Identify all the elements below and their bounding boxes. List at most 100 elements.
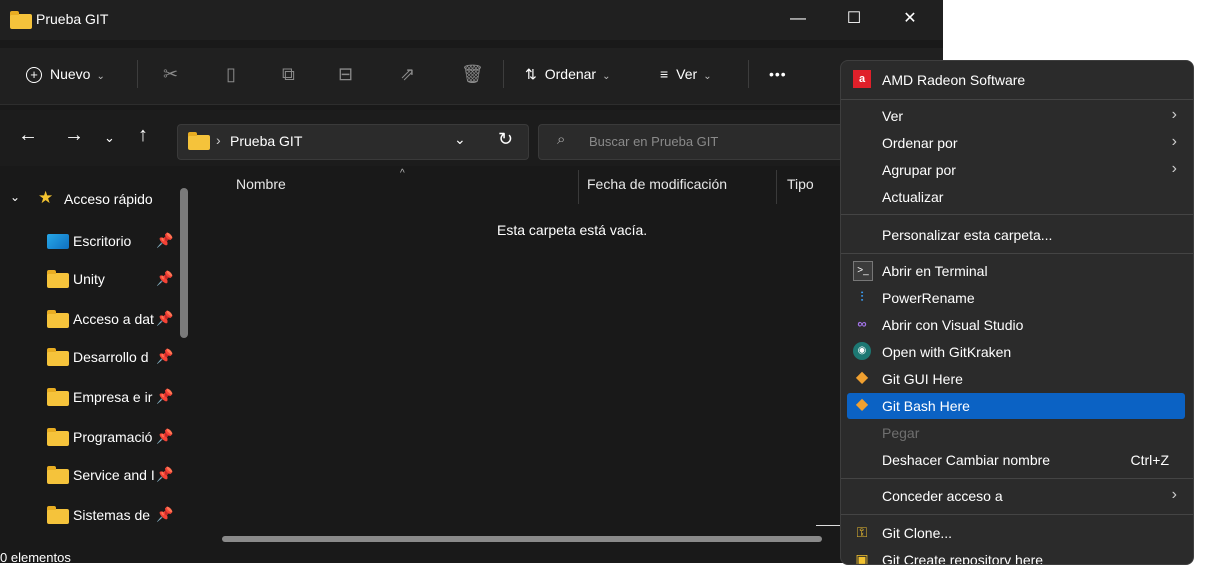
menu-item-git-clone[interactable]: ⚿ Git Clone... (847, 520, 1185, 546)
up-arrow-icon[interactable]: ↑ (138, 124, 148, 147)
menu-item-open-gitkraken[interactable]: ◉ Open with GitKraken (847, 339, 1185, 365)
folder-icon (10, 11, 32, 29)
delete-icon[interactable]: 🗑 (461, 48, 484, 100)
column-header-type[interactable]: Tipo (787, 176, 814, 192)
column-header-name[interactable]: Nombre (236, 176, 286, 192)
rename-icon[interactable]: ⊟ (338, 48, 353, 100)
divider (748, 60, 749, 88)
sidebar-item[interactable]: Unity 📌 (0, 260, 190, 298)
sidebar-item[interactable]: Desarrollo d 📌 (0, 338, 190, 376)
star-icon: ★ (38, 188, 54, 207)
menu-item-open-visual-studio[interactable]: ∞ Abrir con Visual Studio (847, 312, 1185, 338)
folder-icon (47, 310, 69, 328)
menu-item-group-by[interactable]: Agrupar por › (847, 157, 1185, 183)
sidebar-scrollbar[interactable] (180, 188, 188, 338)
powerrename-icon: ⫶ (860, 289, 864, 304)
chevron-right-icon: › (1171, 160, 1177, 177)
menu-separator (841, 478, 1193, 479)
desktop-icon (47, 234, 69, 249)
pin-icon[interactable]: 📌 (156, 348, 173, 365)
menu-item-customize-folder[interactable]: Personalizar esta carpeta... (847, 222, 1185, 248)
recent-chevron-icon[interactable]: ⌄ (104, 130, 115, 146)
menu-separator (841, 214, 1193, 215)
sidebar-item-quick-access[interactable]: ⌄ ★ Acceso rápido (0, 180, 190, 218)
menu-separator (841, 514, 1193, 515)
window-title: Prueba GIT (36, 11, 109, 27)
file-list: ^ Nombre Fecha de modificación Tipo Esta… (200, 168, 943, 563)
sidebar-item[interactable]: Sistemas de 📌 (0, 496, 190, 534)
forward-arrow-icon[interactable]: → (64, 124, 84, 147)
gitkraken-icon: ◉ (853, 342, 871, 360)
navigation-bar: ← → ⌄ ↑ › Prueba GIT ⌄ ↻ ⌕ Buscar en Pru… (0, 110, 943, 166)
menu-item-sort-by[interactable]: Ordenar por › (847, 130, 1185, 156)
plus-circle-icon: + (26, 67, 42, 84)
sidebar-item[interactable]: Programació 📌 (0, 418, 190, 456)
folder-icon (47, 466, 69, 484)
pin-icon[interactable]: 📌 (156, 506, 173, 523)
sort-button[interactable]: ⇅ Ordenar ⌄ (525, 48, 610, 100)
breadcrumb[interactable]: Prueba GIT (230, 133, 302, 149)
copy-icon[interactable]: ▯ (226, 48, 236, 100)
search-input[interactable]: Buscar en Prueba GIT (589, 134, 718, 149)
pin-icon[interactable]: 📌 (156, 466, 173, 483)
share-icon[interactable]: ⇗ (400, 48, 415, 100)
refresh-icon[interactable]: ↻ (498, 129, 513, 150)
menu-item-give-access[interactable]: Conceder acceso a › (847, 483, 1185, 509)
menu-item-git-bash[interactable]: ◆ Git Bash Here (847, 393, 1185, 419)
sidebar-item[interactable]: Empresa e ir 📌 (0, 378, 190, 416)
sidebar-item[interactable]: Service and I 📌 (0, 456, 190, 494)
address-dropdown-icon[interactable]: ⌄ (454, 131, 466, 148)
menu-item-amd-radeon[interactable]: a AMD Radeon Software (847, 67, 1185, 93)
view-lines-icon: ≡ (660, 66, 669, 82)
divider (137, 60, 138, 88)
pin-icon[interactable]: 📌 (156, 428, 173, 445)
menu-separator (841, 99, 1193, 100)
git-clone-icon: ⚿ (856, 524, 868, 540)
folder-icon (188, 132, 210, 150)
sidebar-item[interactable]: Escritorio 📌 (0, 222, 190, 260)
menu-item-git-create-repo[interactable]: ▣ Git Create repository here (847, 547, 1185, 564)
menu-item-paste: Pegar (882, 425, 920, 441)
chevron-right-icon: › (1171, 133, 1177, 150)
pin-icon[interactable]: 📌 (156, 232, 173, 249)
folder-icon (47, 388, 69, 406)
address-bar[interactable]: › Prueba GIT ⌄ ↻ (177, 124, 529, 160)
amd-icon: a (853, 70, 871, 88)
menu-item-refresh[interactable]: Actualizar (847, 184, 1185, 210)
column-divider[interactable] (776, 170, 777, 204)
horizontal-scrollbar[interactable] (222, 536, 822, 542)
chevron-down-icon: ⌄ (10, 190, 21, 204)
folder-icon (47, 270, 69, 288)
paste-icon[interactable]: ⧉ (282, 48, 295, 100)
sidebar-item[interactable]: Acceso a dat 📌 (0, 300, 190, 338)
chevron-down-icon: ⌄ (703, 71, 712, 82)
menu-item-open-terminal[interactable]: >_ Abrir en Terminal (847, 258, 1185, 284)
close-button[interactable]: ✕ (886, 0, 934, 38)
title-bar: Prueba GIT — ☐ ✕ (0, 0, 943, 40)
pin-icon[interactable]: 📌 (156, 388, 173, 405)
status-item-count: 0 elementos (0, 550, 71, 563)
more-options-button[interactable]: ••• (769, 48, 787, 100)
column-divider[interactable] (578, 170, 579, 204)
view-button[interactable]: ≡ Ver ⌄ (660, 48, 712, 100)
column-header-date[interactable]: Fecha de modificación (587, 176, 727, 192)
cut-icon[interactable]: ✂ (163, 48, 178, 100)
back-arrow-icon[interactable]: ← (18, 124, 38, 147)
minimize-button[interactable]: — (774, 0, 822, 38)
folder-icon (47, 506, 69, 524)
menu-item-git-gui[interactable]: ◆ Git GUI Here (847, 366, 1185, 392)
menu-item-powerrename[interactable]: ⫶ PowerRename (847, 285, 1185, 311)
chevron-right-icon: › (1171, 486, 1177, 503)
divider (816, 525, 843, 526)
menu-item-undo-rename[interactable]: Deshacer Cambiar nombre Ctrl+Z (847, 447, 1185, 473)
git-icon: ◆ (855, 396, 869, 413)
maximize-button[interactable]: ☐ (830, 0, 878, 38)
search-box[interactable]: ⌕ Buscar en Prueba GIT (538, 124, 860, 160)
menu-separator (841, 253, 1193, 254)
menu-item-view[interactable]: Ver › (847, 103, 1185, 129)
new-button[interactable]: + Nuevo ⌄ (26, 48, 105, 100)
pin-icon[interactable]: 📌 (156, 270, 173, 287)
shortcut-label: Ctrl+Z (1130, 452, 1170, 468)
command-bar: + Nuevo ⌄ ✂ ▯ ⧉ ⊟ ⇗ 🗑 ⇅ Ordenar ⌄ ≡ Ver ⌄ ••• (0, 48, 943, 105)
pin-icon[interactable]: 📌 (156, 310, 173, 327)
